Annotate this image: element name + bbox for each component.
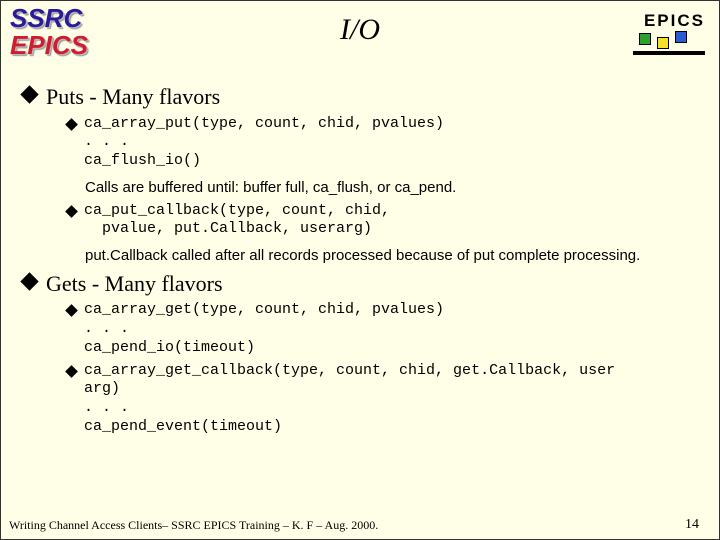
code-block: ca_array_get_callback(type, count, chid,… <box>84 362 615 437</box>
section-heading: Gets - Many flavors <box>23 270 701 298</box>
diamond-bullet-icon <box>20 85 38 103</box>
footer-text: Writing Channel Access Clients– SSRC EPI… <box>9 518 378 533</box>
slide-header: SSRC EPICS I/O EPICS <box>1 1 719 71</box>
brand-block: EPICS <box>633 11 705 59</box>
code-block: ca_array_get(type, count, chid, pvalues)… <box>84 301 444 357</box>
note-text: put.Callback called after all records pr… <box>85 247 701 266</box>
diamond-bullet-icon <box>65 365 78 378</box>
slide-content: Puts - Many flavors ca_array_put(type, c… <box>23 81 701 437</box>
diamond-bullet-icon <box>65 118 78 131</box>
code-block: ca_put_callback(type, count, chid, pvalu… <box>84 202 390 240</box>
brand-text: EPICS <box>633 11 705 31</box>
section-heading-text: Gets - Many flavors <box>46 270 223 298</box>
code-block: ca_array_put(type, count, chid, pvalues)… <box>84 115 444 171</box>
diamond-bullet-icon <box>20 272 38 290</box>
page-number: 14 <box>685 517 699 533</box>
list-item: ca_array_put(type, count, chid, pvalues)… <box>67 115 701 171</box>
diamond-bullet-icon <box>65 205 78 218</box>
list-item: ca_array_get_callback(type, count, chid,… <box>67 362 701 437</box>
slide-title: I/O <box>1 13 719 47</box>
list-item: ca_array_get(type, count, chid, pvalues)… <box>67 301 701 357</box>
section-heading-text: Puts - Many flavors <box>46 83 220 111</box>
list-item: ca_put_callback(type, count, chid, pvalu… <box>67 202 701 240</box>
note-text: Calls are buffered until: buffer full, c… <box>85 179 701 198</box>
diamond-bullet-icon <box>65 304 78 317</box>
brand-logo-icon <box>633 33 705 59</box>
section-heading: Puts - Many flavors <box>23 83 701 111</box>
